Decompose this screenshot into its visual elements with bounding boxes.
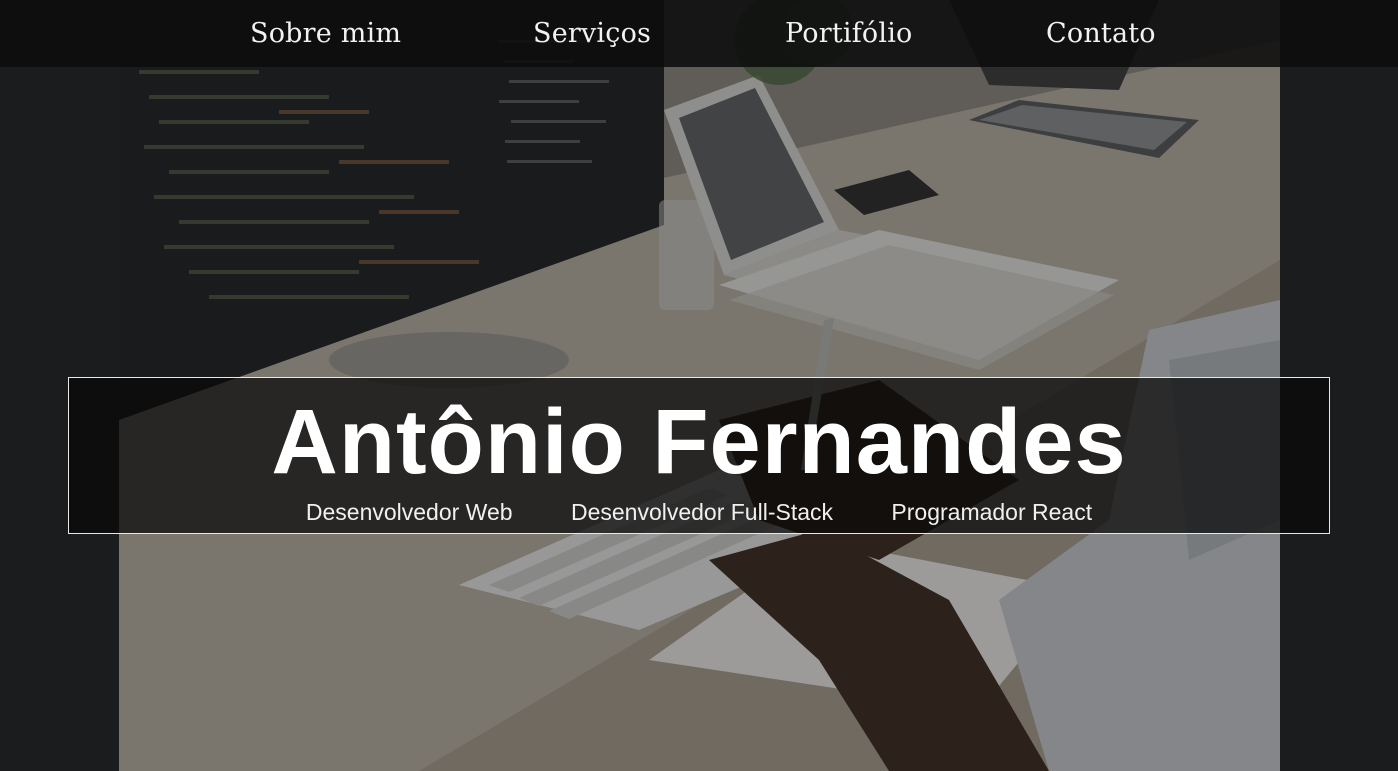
hero-title-box: Antônio Fernandes Desenvolvedor Web Dese… xyxy=(68,377,1330,534)
nav-link-portifolio[interactable]: Portifólio xyxy=(785,14,913,54)
nav-link-sobre-mim[interactable]: Sobre mim xyxy=(250,14,401,54)
portfolio-page: Sobre mim Serviços Portifólio Contato An… xyxy=(0,0,1398,771)
hero-name-heading: Antônio Fernandes xyxy=(271,391,1127,493)
nav-link-contato[interactable]: Contato xyxy=(1046,14,1156,54)
role-label: Desenvolvedor Web xyxy=(305,499,513,525)
role-label: Programador React xyxy=(891,499,1093,525)
nav-link-servicos[interactable]: Serviços xyxy=(533,14,651,54)
hero-roles: Desenvolvedor Web Desenvolvedor Full-Sta… xyxy=(69,498,1329,526)
top-navbar: Sobre mim Serviços Portifólio Contato xyxy=(0,0,1398,67)
role-label: Desenvolvedor Full-Stack xyxy=(570,499,834,525)
